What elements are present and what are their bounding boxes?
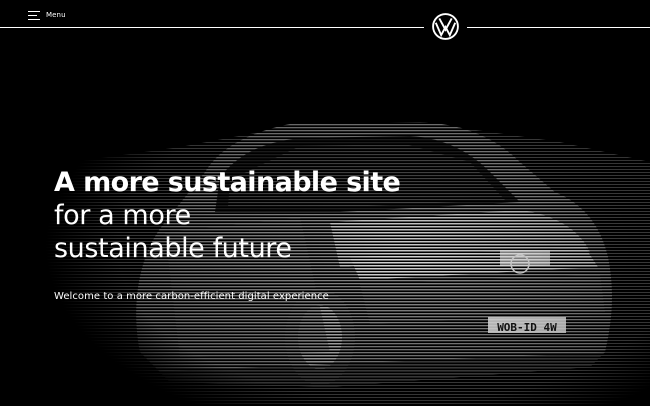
hero-headline: A more sustainable site for a more susta… bbox=[54, 166, 414, 265]
headline-bold-line: A more sustainable site bbox=[54, 167, 401, 198]
license-plate-text: WOB-ID 4W bbox=[497, 321, 557, 334]
headline-line-3: sustainable future bbox=[54, 233, 292, 264]
vw-logo-icon[interactable] bbox=[432, 13, 459, 40]
page: WOB-ID 4W Menu A more sustainable site f… bbox=[0, 0, 650, 406]
hamburger-menu-icon bbox=[28, 10, 40, 20]
headline-line-2: for a more bbox=[54, 200, 191, 231]
header-divider-left bbox=[0, 27, 424, 28]
menu-button[interactable]: Menu bbox=[28, 8, 66, 22]
header-divider-right bbox=[467, 27, 650, 28]
site-header: Menu bbox=[0, 0, 650, 52]
hero-subtitle: Welcome to a more carbon-efficient digit… bbox=[54, 291, 329, 302]
menu-label: Menu bbox=[46, 11, 66, 19]
